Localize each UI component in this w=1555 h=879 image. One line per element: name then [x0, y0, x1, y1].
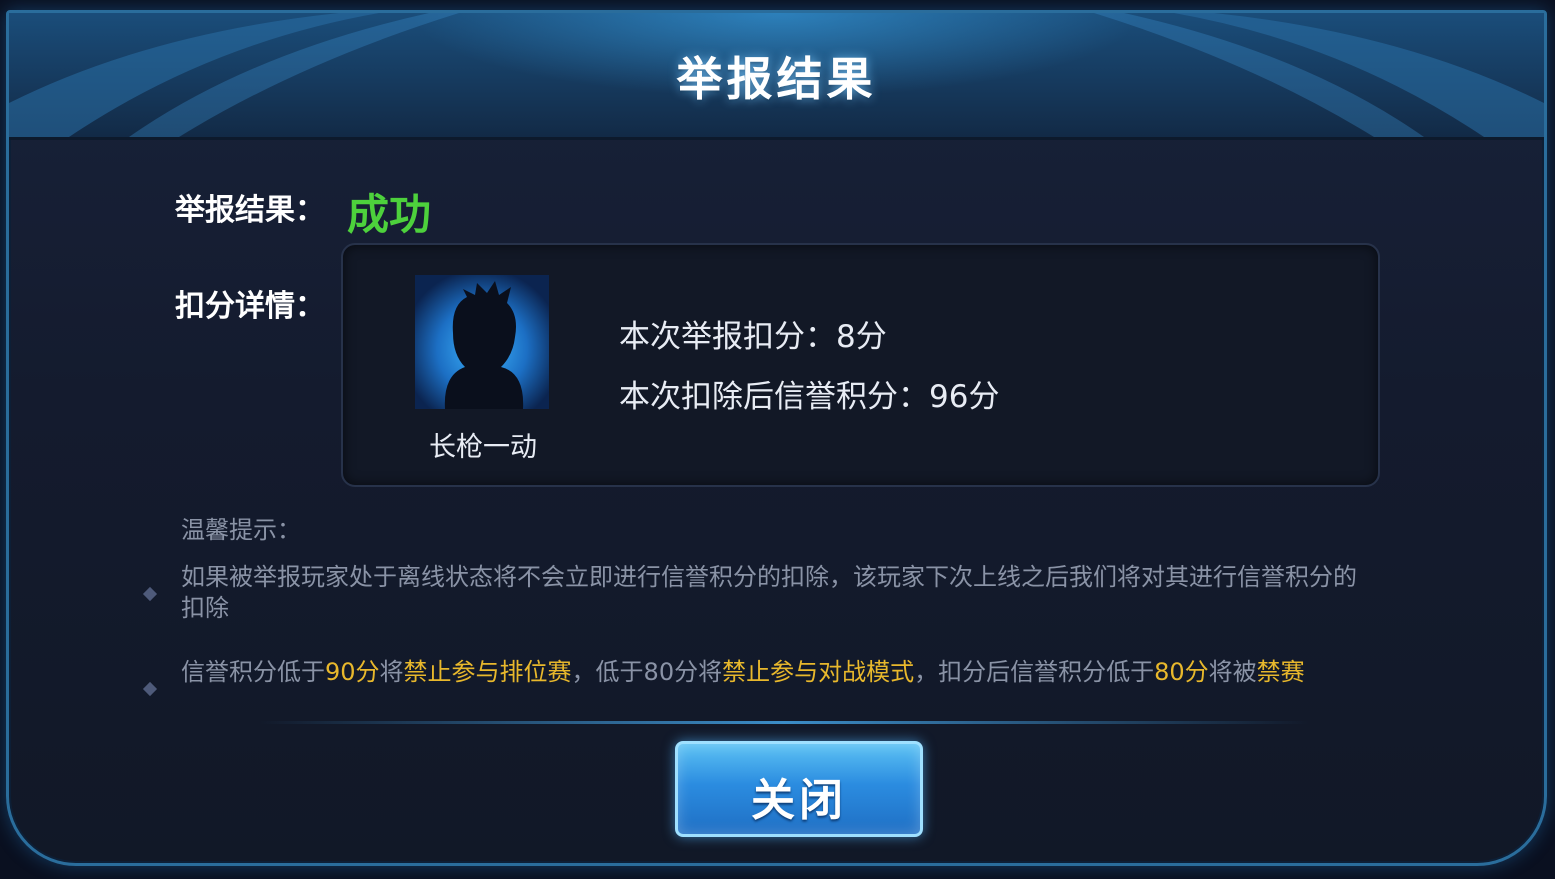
tip2-text: ，扣分后信誉积分低于	[914, 658, 1155, 686]
tip2-text: 将被	[1208, 658, 1257, 686]
silhouette-avatar-icon	[415, 275, 549, 409]
tip2-text: 将	[379, 658, 404, 686]
dialog-title: 举报结果	[676, 52, 877, 106]
player-name: 长枪一动	[429, 432, 537, 463]
tip-credit-rules: 信誉积分低于90分将禁止参与排位赛，低于80分将禁止参与对战模式，扣分后信誉积分…	[181, 657, 1371, 688]
result-label: 举报结果：	[175, 193, 325, 228]
close-button-label: 关闭	[751, 775, 847, 826]
tip2-text: ，低于80分将	[571, 658, 723, 686]
tip-offline: 如果被举报玩家处于离线状态将不会立即进行信誉积分的扣除，该玩家下次上线之后我们将…	[181, 563, 1357, 622]
tip2-highlight: 禁止参与对战模式	[722, 658, 915, 686]
tip2-text: 信誉积分低于	[181, 658, 325, 686]
deduction-details-panel: 长枪一动 本次举报扣分：8分 本次扣除后信誉积分：96分	[341, 243, 1380, 487]
deduction-points-text: 本次举报扣分：8分	[619, 319, 887, 355]
diamond-bullet-icon	[142, 586, 158, 602]
divider	[259, 721, 1309, 724]
tip2-highlight: 90分	[325, 658, 380, 686]
report-result-dialog: 举报结果 举报结果： 成功 扣分详情： 长枪一动 本次举报扣分：8分 本次扣除后…	[6, 10, 1547, 866]
result-value: 成功	[347, 190, 432, 239]
credit-after-text: 本次扣除后信誉积分：96分	[619, 379, 1000, 415]
tips-title: 温馨提示：	[181, 516, 301, 544]
tip2-highlight: 禁止参与排位赛	[403, 658, 572, 686]
tip2-highlight: 禁赛	[1256, 658, 1305, 686]
tip2-highlight: 80分	[1154, 658, 1209, 686]
close-button[interactable]: 关闭	[675, 741, 923, 837]
dialog-header: 举报结果	[9, 13, 1544, 140]
details-label: 扣分详情：	[175, 289, 325, 324]
diamond-bullet-icon	[142, 681, 158, 697]
